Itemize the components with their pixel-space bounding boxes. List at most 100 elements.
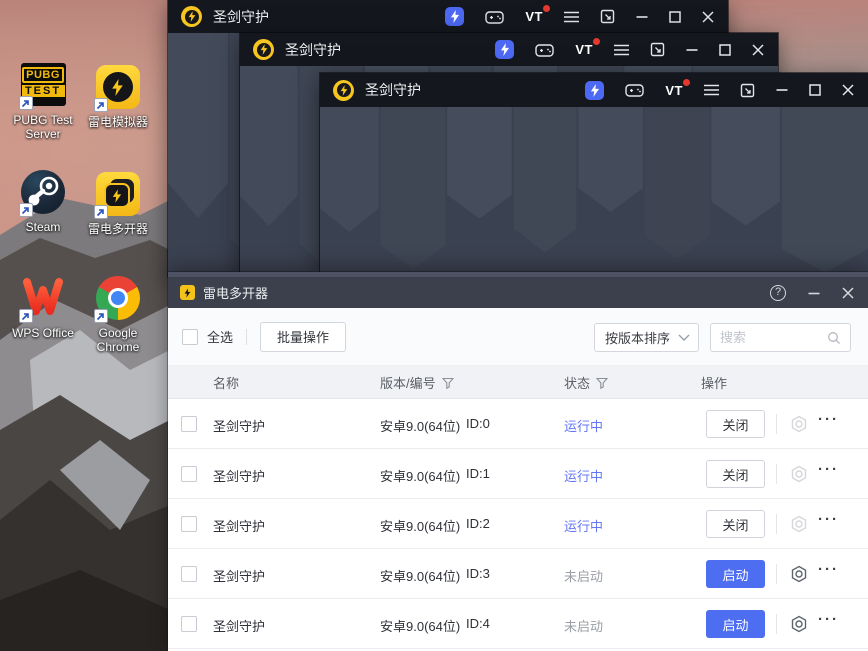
minimize-button[interactable] <box>686 44 698 56</box>
maximize-button[interactable] <box>719 43 731 56</box>
desktop-icon-label: 雷电多开器 <box>87 222 148 236</box>
desktop-icon-ldmultiplayer[interactable]: 雷电多开器 <box>76 172 160 236</box>
sort-dropdown[interactable]: 按版本排序 <box>594 323 699 352</box>
vt-badge[interactable]: VT <box>665 78 690 98</box>
shortcut-arrow-icon <box>93 98 108 112</box>
close-button[interactable] <box>842 84 854 96</box>
row-checkbox[interactable] <box>181 516 197 532</box>
row-divider <box>776 564 777 584</box>
start-button[interactable]: 启动 <box>706 560 765 588</box>
window-title: 圣剑守护 <box>365 82 421 98</box>
gamepad-icon[interactable] <box>535 43 555 57</box>
settings-gear-icon[interactable] <box>790 415 808 438</box>
snapshot-icon[interactable] <box>650 42 665 57</box>
minimize-button[interactable] <box>636 11 648 23</box>
row-divider <box>776 414 777 434</box>
shortcut-arrow-icon <box>93 205 108 219</box>
menu-icon[interactable] <box>614 44 629 56</box>
instance-id: ID:0 <box>466 416 490 431</box>
shortcut-arrow-icon <box>18 96 33 110</box>
shortcut-arrow-icon <box>93 309 108 323</box>
close-button[interactable] <box>842 286 854 299</box>
stop-button[interactable]: 关闭 <box>706 410 765 438</box>
vt-notification-dot <box>543 5 550 12</box>
instance-status: 未启动 <box>564 569 604 584</box>
select-all-checkbox[interactable] <box>182 328 198 345</box>
desktop-icon-label: Google Chrome <box>96 326 140 355</box>
instance-status: 运行中 <box>564 519 604 534</box>
boost-icon[interactable] <box>445 7 465 26</box>
instance-id: ID:1 <box>466 466 490 481</box>
desktop-icon-steam[interactable]: Steam <box>1 170 85 234</box>
stop-button[interactable]: 关闭 <box>706 510 765 538</box>
manager-window-title: 雷电多开器 <box>203 286 269 301</box>
row-divider <box>776 464 777 484</box>
close-button[interactable] <box>702 10 714 23</box>
start-button[interactable]: 启动 <box>706 610 765 638</box>
boost-icon[interactable] <box>495 40 515 59</box>
screen: PUBG TEST PUBG Test Server 雷电模拟器 Steam 雷… <box>0 0 868 651</box>
gamepad-icon[interactable] <box>625 83 645 97</box>
row-checkbox[interactable] <box>181 616 197 632</box>
instance-id: ID:3 <box>466 566 490 581</box>
instance-row: 圣剑守护 安卓9.0(64位) ID:1 运行中 关闭 ··· <box>168 449 868 499</box>
minimize-button[interactable] <box>776 84 788 96</box>
filter-icon[interactable] <box>596 377 609 389</box>
window-title: 圣剑守护 <box>213 8 269 25</box>
search-box[interactable] <box>710 323 851 352</box>
vt-notification-dot <box>593 38 600 45</box>
header-name: 名称 <box>213 376 240 391</box>
more-actions-button[interactable]: ··· <box>818 461 839 478</box>
vt-badge[interactable]: VT <box>525 5 550 24</box>
titlebar[interactable]: 圣剑守护 VT <box>320 73 868 107</box>
more-actions-button[interactable]: ··· <box>818 511 839 528</box>
close-button[interactable] <box>752 43 764 56</box>
instance-name: 圣剑守护 <box>213 619 266 634</box>
snapshot-icon[interactable] <box>740 83 755 98</box>
more-actions-button[interactable]: ··· <box>818 561 839 578</box>
manager-titlebar[interactable]: 雷电多开器 ? <box>168 277 868 308</box>
ldplayer-logo-icon <box>333 79 354 101</box>
gamepad-icon[interactable] <box>485 10 505 24</box>
search-input[interactable] <box>720 330 827 345</box>
vt-badge[interactable]: VT <box>575 38 600 57</box>
instance-id: ID:2 <box>466 516 490 531</box>
desktop-icon-ldplayer[interactable]: 雷电模拟器 <box>76 65 160 129</box>
row-checkbox[interactable] <box>181 416 197 432</box>
table-header: 名称 版本/编号 状态 操作 <box>168 366 868 399</box>
ldmultiplayer-logo-icon <box>180 285 195 300</box>
row-checkbox[interactable] <box>181 466 197 482</box>
maximize-button[interactable] <box>809 84 821 96</box>
titlebar[interactable]: 圣剑守护 VT <box>240 33 778 66</box>
stop-button[interactable]: 关闭 <box>706 460 765 488</box>
batch-operation-button[interactable]: 批量操作 <box>260 321 347 352</box>
shortcut-arrow-icon <box>18 203 33 217</box>
desktop-icon-label: PUBG Test Server <box>13 113 73 142</box>
help-button[interactable]: ? <box>770 284 786 301</box>
snapshot-icon[interactable] <box>600 9 615 24</box>
desktop-icon-pubg[interactable]: PUBG TEST PUBG Test Server <box>1 63 85 142</box>
row-checkbox[interactable] <box>181 566 197 582</box>
settings-gear-icon[interactable] <box>790 615 808 638</box>
instance-row: 圣剑守护 安卓9.0(64位) ID:3 未启动 启动 ··· <box>168 549 868 599</box>
boost-icon[interactable] <box>585 80 605 100</box>
ldplayer-logo-icon <box>253 39 274 60</box>
maximize-button[interactable] <box>669 10 681 23</box>
settings-gear-icon[interactable] <box>790 465 808 488</box>
minimize-button[interactable] <box>808 287 820 299</box>
menu-icon[interactable] <box>564 11 579 23</box>
manager-toolbar: 全选 批量操作 按版本排序 <box>168 308 868 366</box>
instance-name: 圣剑守护 <box>213 469 266 484</box>
header-action: 操作 <box>701 376 728 391</box>
menu-icon[interactable] <box>704 84 719 96</box>
more-actions-button[interactable]: ··· <box>818 411 839 428</box>
desktop-icon-wps[interactable]: WPS Office <box>1 276 85 340</box>
desktop-icon-chrome[interactable]: Google Chrome <box>76 276 160 355</box>
row-divider <box>776 614 777 634</box>
settings-gear-icon[interactable] <box>790 565 808 588</box>
titlebar[interactable]: 圣剑守护 VT <box>168 0 728 33</box>
settings-gear-icon[interactable] <box>790 515 808 538</box>
filter-icon[interactable] <box>441 377 454 389</box>
window-title: 圣剑守护 <box>285 41 341 58</box>
more-actions-button[interactable]: ··· <box>818 611 839 628</box>
